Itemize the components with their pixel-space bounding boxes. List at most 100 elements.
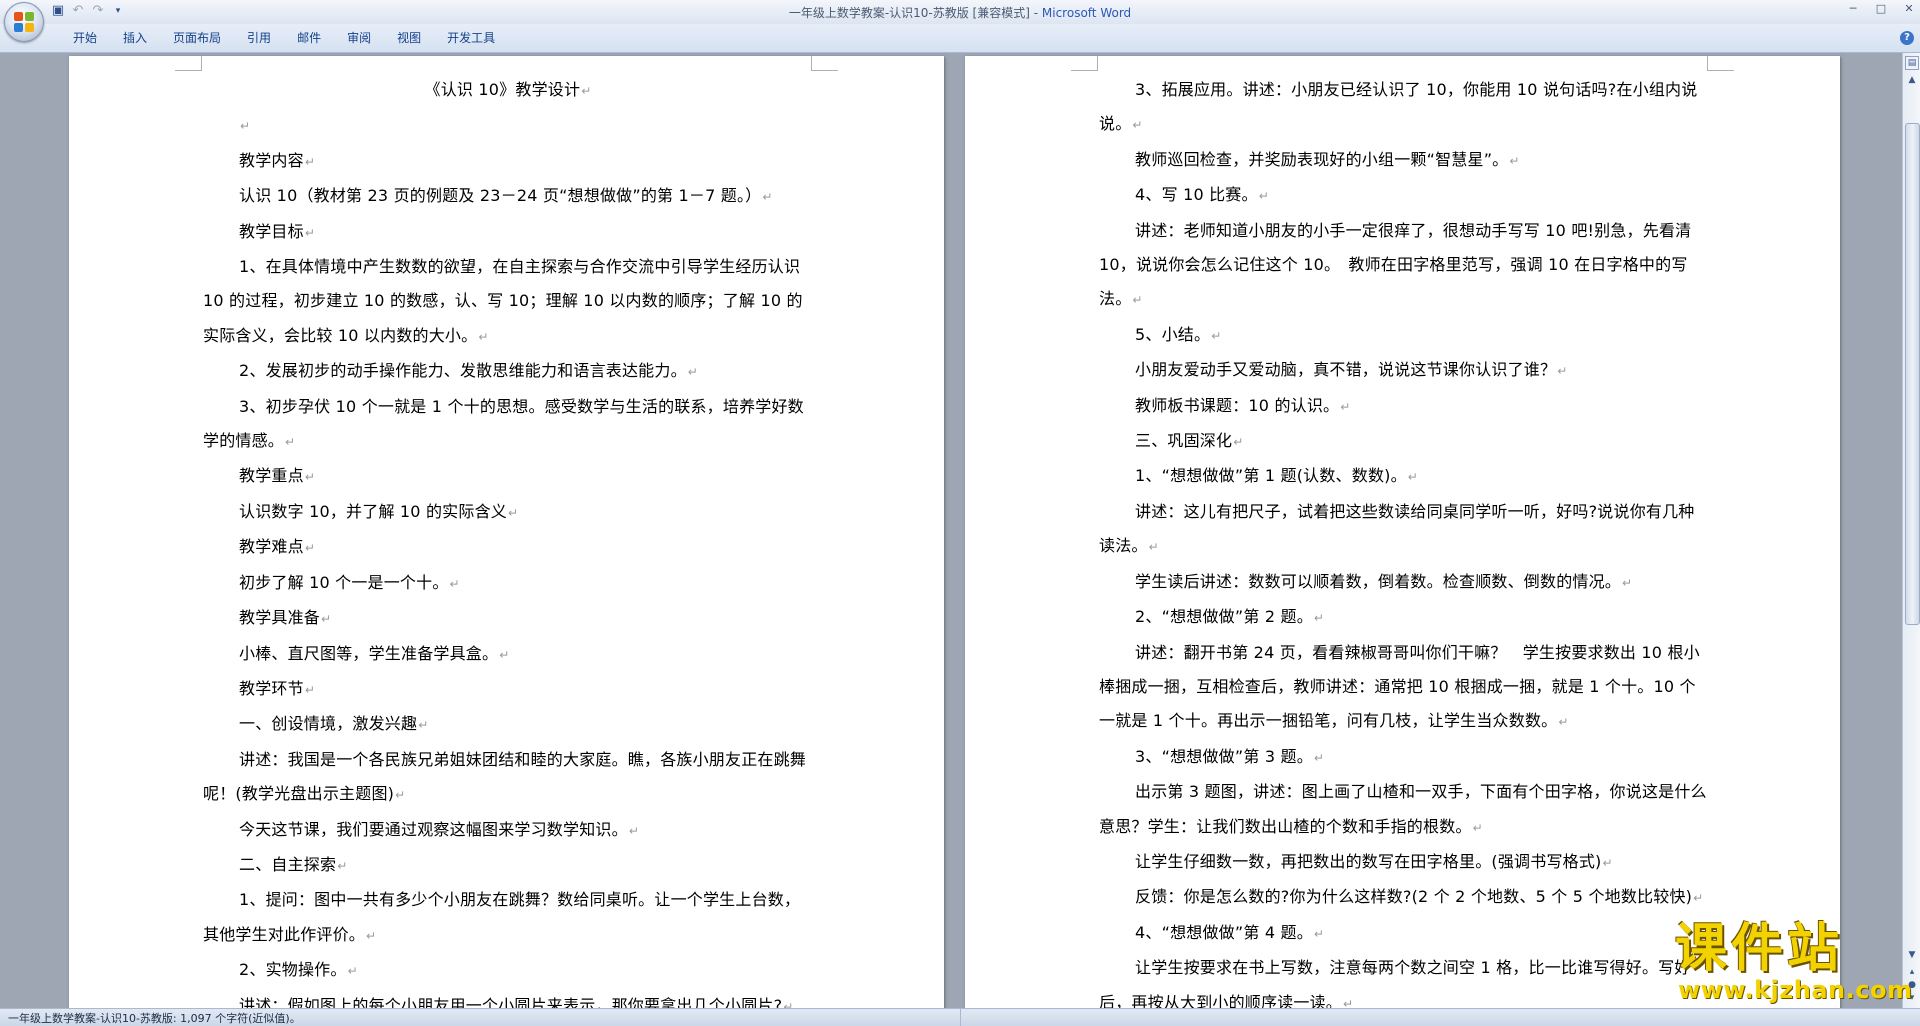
scroll-thumb[interactable] bbox=[1905, 123, 1920, 625]
paragraph: 讲述：翻开书第 24 页，看看辣椒哥哥叫你们干嘛？ 学生按要求数出 10 根小棒… bbox=[1099, 636, 1709, 740]
tab-review[interactable]: 审阅 bbox=[334, 30, 384, 46]
paragraph-text: 讲述：这儿有把尺子，试着把这些数读给同桌同学听一听，好吗?说说你有几种读法。 bbox=[1099, 501, 1695, 556]
paragraph-mark-icon: ↵ bbox=[418, 718, 429, 733]
paragraph-text: 一、创设情境，激发兴趣 bbox=[239, 714, 418, 734]
paragraph-text: 小棒、直尺图等，学生准备学具盒。 bbox=[239, 643, 499, 663]
paragraph: 出示第 3 题图，讲述：图上画了山楂和一双手，下面有个田字格，你说这是什么意思？… bbox=[1099, 775, 1709, 845]
paragraph-mark-icon: ↵ bbox=[1693, 891, 1704, 906]
page-text-right: 3、拓展应用。讲述：小朋友已经认识了 10，你能用 10 说句话吗?在小组内说说… bbox=[1099, 73, 1709, 1011]
paragraph: 三、巩固深化↵ bbox=[1099, 424, 1709, 459]
paragraph-mark-icon: ↵ bbox=[1622, 575, 1633, 590]
paragraph-text: 教学环节 bbox=[239, 678, 304, 698]
paragraph-text: 4、写 10 比赛。 bbox=[1135, 185, 1258, 205]
tab-home[interactable]: 开始 bbox=[60, 30, 110, 46]
tab-developer[interactable]: 开发工具 bbox=[434, 30, 508, 46]
paragraph-text: 3、拓展应用。讲述：小朋友已经认识了 10，你能用 10 说句话吗?在小组内说说… bbox=[1099, 80, 1698, 134]
paragraph-text: 学生读后讲述：数数可以顺着数，倒着数。检查顺数、倒数的情况。 bbox=[1135, 571, 1622, 591]
paragraph-text: 认识 10（教材第 23 页的例题及 23－24 页“想想做做”的第 1－7 题… bbox=[239, 186, 762, 206]
tab-page-layout[interactable]: 页面布局 bbox=[160, 30, 234, 46]
paragraph: 4、“想想做做”第 4 题。↵ bbox=[1099, 916, 1709, 951]
paragraph-mark-icon: ↵ bbox=[1509, 153, 1520, 168]
status-divider bbox=[960, 1009, 961, 1026]
paragraph: 今天这节课，我们要通过观察这幅图来学习数学知识。↵ bbox=[203, 813, 813, 848]
paragraph-mark-icon: ↵ bbox=[304, 682, 316, 697]
paragraph-text: 2、实物操作。 bbox=[239, 960, 347, 980]
paragraph: 认识 10（教材第 23 页的例题及 23－24 页“想想做做”的第 1－7 题… bbox=[203, 179, 813, 214]
office-logo-icon bbox=[14, 12, 34, 32]
watermark-title: 课件站 bbox=[1675, 919, 1844, 979]
maximize-icon[interactable]: □ bbox=[1874, 2, 1888, 16]
tab-references[interactable]: 引用 bbox=[234, 30, 284, 46]
scroll-up-icon[interactable]: ▲ bbox=[1905, 73, 1919, 87]
paragraph: 认识数字 10，并了解 10 的实际含义↵ bbox=[203, 495, 813, 530]
tab-mailings[interactable]: 邮件 bbox=[284, 30, 334, 46]
minimize-icon[interactable]: ─ bbox=[1846, 2, 1860, 16]
paragraph: 2、发展初步的动手操作能力、发散思维能力和语言表达能力。↵ bbox=[203, 354, 813, 389]
scroll-down-icon[interactable]: ▼ bbox=[1905, 948, 1919, 962]
paragraph: 教学重点↵ bbox=[203, 459, 813, 494]
paragraph-text: 二、自主探索 bbox=[239, 854, 337, 874]
close-icon[interactable]: ✕ bbox=[1902, 2, 1916, 16]
document-area: 《认识 10》教学设计↵ ↵ 教学内容↵ 认识 10（教材第 23 页的例题及 23－… bbox=[0, 53, 1902, 1011]
paragraph-mark-icon: ↵ bbox=[1313, 611, 1325, 626]
office-button[interactable] bbox=[4, 2, 44, 42]
paragraph: 教学内容↵ bbox=[203, 144, 813, 179]
tab-view[interactable]: 视图 bbox=[384, 30, 434, 46]
paragraph: 教学难点↵ bbox=[203, 530, 813, 565]
paragraph-text: 教学内容 bbox=[239, 150, 304, 170]
paragraph-text: 《认识 10》教学设计 bbox=[424, 80, 581, 99]
paragraph-text: 认识数字 10，并了解 10 的实际含义 bbox=[239, 501, 507, 521]
paragraph: 让学生按要求在书上写数，注意每两个数之间空 1 格，比一比谁写得好。写好后，再按… bbox=[1099, 951, 1709, 1011]
paragraph: 一、创设情境，激发兴趣↵ bbox=[203, 707, 813, 742]
paragraph: 3、“想想做做”第 3 题。↵ bbox=[1099, 740, 1709, 775]
paragraph-mark-icon: ↵ bbox=[1602, 855, 1613, 870]
paragraph-mark-icon: ↵ bbox=[1407, 470, 1419, 485]
paragraph-text: 讲述：老师知道小朋友的小手一定很痒了，很想动手写写 10 吧!别急，先看清 10… bbox=[1099, 220, 1692, 309]
paragraph-mark-icon: ↵ bbox=[240, 119, 251, 134]
paragraph-text: 让学生按要求在书上写数，注意每两个数之间空 1 格，比一比谁写得好。写好后，再按… bbox=[1099, 958, 1691, 1011]
paragraph: 二、自主探索↵ bbox=[203, 848, 813, 883]
paragraph-text: 今天这节课，我们要通过观察这幅图来学习数学知识。 bbox=[239, 819, 628, 839]
paragraph-mark-icon: ↵ bbox=[1132, 293, 1143, 308]
paragraph: 教师板书课题：10 的认识。↵ bbox=[1099, 389, 1709, 424]
paragraph-mark-icon: ↵ bbox=[395, 788, 406, 803]
paragraph-text: 三、巩固深化 bbox=[1135, 431, 1233, 451]
paragraph-text: 讲述：我国是一个各民族兄弟姐妹团结和睦的大家庭。瞧，各族小朋友正在跳舞呢！(教学… bbox=[203, 749, 807, 804]
paragraph-mark-icon: ↵ bbox=[1313, 926, 1325, 941]
paragraph-text: 教学重点 bbox=[239, 466, 304, 486]
paragraph-mark-icon: ↵ bbox=[321, 612, 332, 627]
help-icon[interactable]: ? bbox=[1900, 31, 1914, 45]
paragraph-text: 1、提问：图中一共有多少个小朋友在跳舞？数给同桌听。让一个学生上台数，其他学生对… bbox=[203, 890, 801, 944]
paragraph: 讲述：这儿有把尺子，试着把这些数读给同桌同学听一听，好吗?说说你有几种读法。↵ bbox=[1099, 495, 1709, 565]
paragraph-mark-icon: ↵ bbox=[1148, 540, 1159, 555]
document-page-left[interactable]: 《认识 10》教学设计↵ ↵ 教学内容↵ 认识 10（教材第 23 页的例题及 23－… bbox=[69, 56, 944, 1011]
document-page-right[interactable]: 3、拓展应用。讲述：小朋友已经认识了 10，你能用 10 说句话吗?在小组内说说… bbox=[965, 56, 1840, 1011]
watermark-url: www.kjzhan.com bbox=[1678, 976, 1913, 1004]
tab-insert[interactable]: 插入 bbox=[110, 30, 160, 46]
paragraph-text: 2、“想想做做”第 2 题。 bbox=[1135, 607, 1313, 627]
paragraph-mark-icon: ↵ bbox=[762, 190, 773, 205]
paragraph-mark-icon: ↵ bbox=[1211, 328, 1222, 343]
page-text-left: 《认识 10》教学设计↵ ↵ 教学内容↵ 认识 10（教材第 23 页的例题及 23－… bbox=[203, 73, 813, 1011]
ribbon: 开始 插入 页面布局 引用 邮件 审阅 视图 开发工具 ? bbox=[0, 24, 1920, 53]
paragraph: ↵ bbox=[203, 108, 813, 143]
paragraph-text: 初步了解 10 个一是一个十。 bbox=[239, 572, 449, 592]
status-bar: 一年级上数学教案-认识10-苏教版: 1,097 个字符(近似值)。 bbox=[0, 1008, 1920, 1026]
paragraph-mark-icon: ↵ bbox=[581, 84, 592, 98]
paragraph-mark-icon: ↵ bbox=[1313, 750, 1325, 765]
view-ruler-icon[interactable]: ▤ bbox=[1905, 56, 1919, 70]
vertical-scrollbar[interactable]: ▤ ▲ ▼ ▴ ● ▾ bbox=[1902, 53, 1920, 1008]
paragraph: 1、“想想做做”第 1 题(认数、数数)。↵ bbox=[1099, 459, 1709, 494]
paragraph-text: 4、“想想做做”第 4 题。 bbox=[1135, 922, 1313, 942]
paragraph-text: 1、“想想做做”第 1 题(认数、数数)。 bbox=[1135, 466, 1407, 486]
paragraph: 3、拓展应用。讲述：小朋友已经认识了 10，你能用 10 说句话吗?在小组内说说… bbox=[1099, 73, 1709, 143]
page-margin-corner bbox=[175, 56, 202, 71]
paragraph-mark-icon: ↵ bbox=[347, 964, 358, 979]
paragraph-mark-icon: ↵ bbox=[1233, 435, 1244, 450]
paragraph-mark-icon: ↵ bbox=[366, 928, 377, 943]
paragraph-mark-icon: ↵ bbox=[499, 647, 510, 662]
window-controls: ─ □ ✕ bbox=[1846, 2, 1916, 16]
paragraph-text: 教师板书课题：10 的认识。 bbox=[1135, 395, 1340, 415]
paragraph-mark-icon: ↵ bbox=[285, 435, 296, 450]
status-word-count[interactable]: 一年级上数学教案-认识10-苏教版: 1,097 个字符(近似值)。 bbox=[8, 1010, 301, 1026]
